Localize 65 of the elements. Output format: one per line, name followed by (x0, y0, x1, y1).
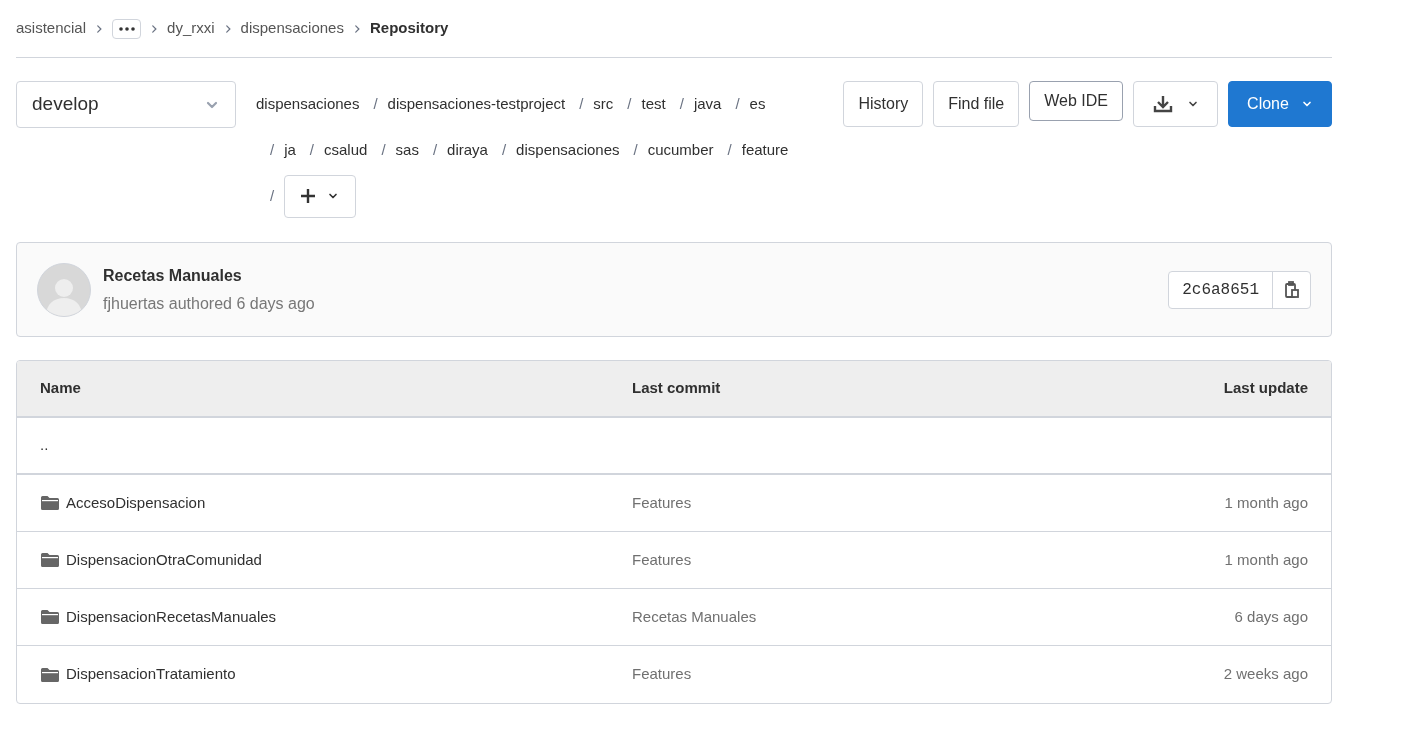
path-separator: / (501, 139, 507, 160)
plus-icon (301, 189, 316, 203)
path-separator: / (735, 93, 740, 114)
download-button[interactable] (1133, 81, 1218, 127)
folder-link[interactable]: DispensacionTratamiento (66, 663, 236, 686)
path-segment-link[interactable]: dispensaciones-testproject (387, 81, 566, 127)
path-segment-link[interactable]: src (593, 81, 614, 127)
last-update-text: 1 month ago (1224, 492, 1308, 513)
path-separator: / (381, 139, 386, 160)
path-separator: / (309, 139, 315, 160)
more-breadcrumbs-button[interactable] (112, 18, 142, 39)
last-update-text: 2 weeks ago (1223, 664, 1308, 685)
path-segment-link[interactable]: cucumber (647, 127, 714, 173)
commit-message-link[interactable]: Recetas Manuales (632, 605, 757, 629)
path-separator: / (679, 93, 684, 114)
path-segment-link[interactable]: csalud (324, 127, 368, 173)
breadcrumb-link[interactable]: dy_rxxi (167, 17, 215, 40)
path-separator: / (270, 185, 275, 206)
path-segment-link[interactable]: es (749, 81, 766, 127)
ellipsis-icon (118, 26, 135, 31)
commit-title-link[interactable]: Recetas Manuales (103, 263, 315, 288)
folder-link[interactable]: AccesoDispensacion (66, 491, 206, 515)
path-separator: / (727, 139, 732, 160)
column-header: Name (40, 378, 82, 399)
clone-button[interactable]: Clone (1228, 81, 1332, 127)
path-segment-link[interactable]: feature (741, 127, 789, 173)
path-separator: / (627, 93, 632, 114)
path-segment-link[interactable]: dispensaciones (516, 127, 620, 173)
path-separator: / (270, 139, 275, 160)
path-segment-link[interactable]: test (641, 81, 666, 127)
column-header: Last commit (632, 378, 721, 399)
last-update-text: 6 days ago (1234, 606, 1308, 627)
current-page-title[interactable]: Repository (369, 17, 449, 40)
toolbar-button[interactable]: History (843, 81, 924, 127)
breadcrumb-link[interactable]: asistencial (16, 17, 87, 40)
folder-icon (40, 552, 60, 568)
path-separator: / (373, 93, 378, 114)
folder-icon (40, 609, 60, 625)
branch-dropdown[interactable]: develop (16, 81, 236, 128)
folder-link[interactable]: DispensacionOtraComunidad (66, 548, 262, 572)
folder-icon (40, 495, 60, 511)
path-separator: / (633, 139, 638, 160)
toolbar-button[interactable]: Find file (933, 81, 1020, 127)
path-separator: / (579, 93, 584, 114)
folder-link[interactable]: DispensacionRecetasManuales (66, 605, 277, 629)
folder-icon (40, 666, 60, 683)
breadcrumb-link[interactable]: dispensaciones (240, 17, 344, 40)
commit-sha-text: 2c6a8651 (1169, 271, 1273, 308)
path-segment-link[interactable]: sas (395, 127, 419, 173)
last-update-text: 1 month ago (1224, 549, 1308, 570)
commit-message-link[interactable]: Features (632, 663, 692, 686)
commit-author-text: fjhuertas authored 6 days ago (103, 293, 315, 314)
parent-directory-link[interactable]: .. (40, 434, 49, 457)
download-icon (1152, 95, 1173, 113)
path-segment-link[interactable]: ja (284, 127, 296, 173)
path-segment-link[interactable]: dispensaciones (256, 81, 360, 127)
commit-message-link[interactable]: Features (632, 548, 692, 572)
web-ide-button[interactable]: Web IDE (1029, 81, 1123, 121)
commit-message-link[interactable]: Features (632, 491, 692, 515)
path-segment-link[interactable]: java (693, 81, 722, 127)
column-header: Last update (1223, 378, 1308, 399)
add-dropdown-button[interactable] (284, 174, 357, 218)
path-segment-link[interactable]: diraya (447, 127, 488, 173)
clipboard-icon (1284, 281, 1299, 298)
path-separator: / (432, 139, 438, 160)
